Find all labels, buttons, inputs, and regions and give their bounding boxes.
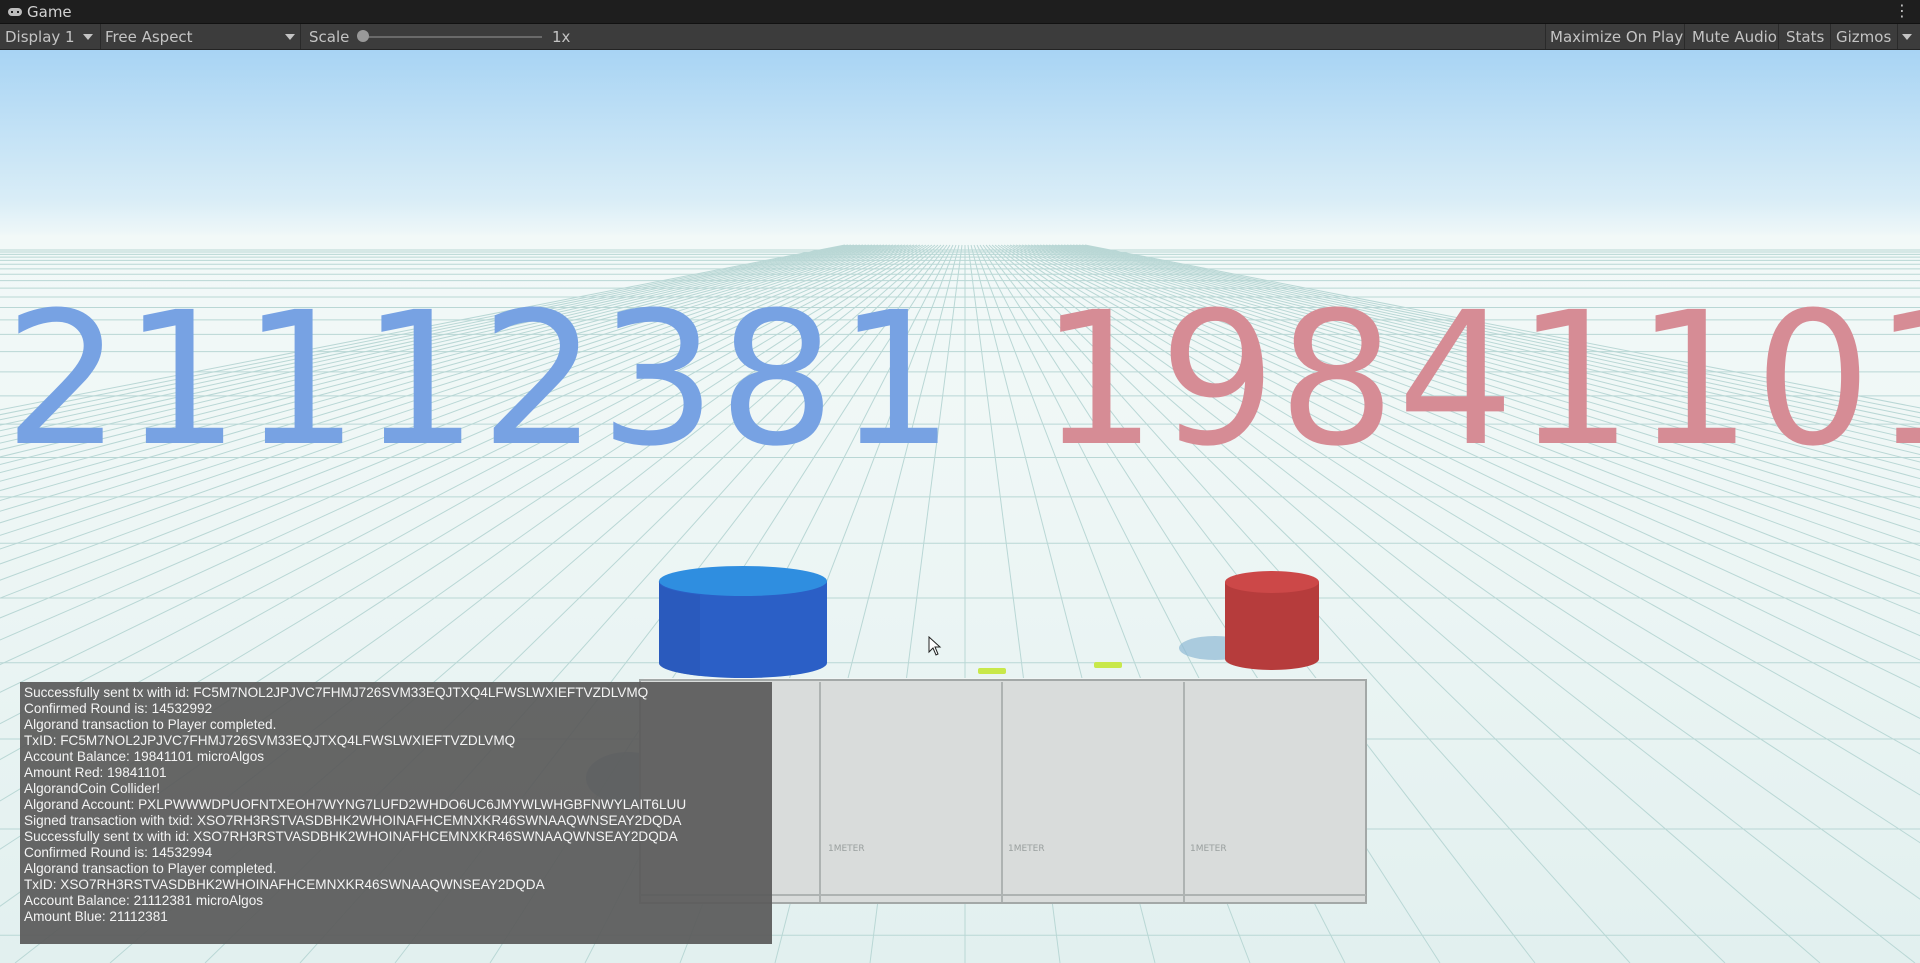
kebab-menu-icon[interactable]: ⋮ — [1894, 3, 1910, 19]
log-line: AlgorandCoin Collider! — [24, 781, 161, 796]
meter-label: 1METER — [1190, 844, 1227, 854]
stats-toggle[interactable]: Stats — [1786, 24, 1824, 49]
log-line: Confirmed Round is: 14532992 — [24, 701, 213, 716]
log-line: Algorand transaction to Player completed… — [24, 717, 277, 732]
log-line: Successfully sent tx with id: FC5M7NOL2J… — [24, 685, 649, 700]
chevron-down-icon — [285, 33, 295, 40]
mute-audio-toggle[interactable]: Mute Audio — [1692, 24, 1777, 49]
toolbar-divider — [1778, 24, 1779, 49]
log-line: TxID: FC5M7NOL2JPJVC7FHMJ726SVM33EQJTXQ4… — [24, 733, 516, 748]
display-dropdown-label: Display 1 — [5, 27, 75, 46]
chevron-down-icon — [1902, 33, 1912, 40]
blue-player-cylinder — [658, 566, 827, 678]
maximize-on-play-toggle[interactable]: Maximize On Play — [1550, 24, 1683, 49]
aspect-dropdown-label: Free Aspect — [105, 27, 193, 46]
display-dropdown[interactable]: Display 1 — [5, 24, 95, 49]
game-toolbar: Display 1 Free Aspect Scale 1x Maximize … — [0, 24, 1920, 50]
title-bar: Game ⋮ — [0, 0, 1920, 24]
log-line: Amount Blue: 21112381 — [24, 909, 168, 924]
gizmos-toggle[interactable]: Gizmos — [1836, 24, 1891, 49]
toolbar-divider — [1830, 24, 1831, 49]
meter-label: 1METER — [1008, 844, 1045, 854]
gizmos-label: Gizmos — [1836, 27, 1892, 46]
game-tab-label: Game — [27, 2, 72, 21]
algorand-coin — [1094, 662, 1122, 668]
gizmos-dropdown[interactable] — [1902, 24, 1912, 49]
log-line: Confirmed Round is: 14532994 — [24, 845, 213, 860]
scale-value: 1x — [552, 27, 571, 46]
log-line: Signed transaction with txid: XSO7RH3RST… — [24, 813, 682, 828]
scale-slider-track[interactable] — [362, 36, 542, 38]
blue-score: 21112381 — [4, 273, 957, 487]
toolbar-divider — [1545, 24, 1546, 49]
debug-log-panel: Successfully sent tx with id: FC5M7NOL2J… — [20, 682, 772, 944]
scale-slider-thumb[interactable] — [357, 30, 369, 42]
mouse-cursor-icon — [928, 636, 942, 656]
log-line: Amount Red: 19841101 — [24, 765, 167, 780]
red-player-cylinder — [1225, 571, 1319, 670]
log-line: Account Balance: 19841101 microAlgos — [24, 749, 265, 764]
log-line: TxID: XSO7RH3RSTVASDBHK2WHOINAFHCEMNXKR4… — [24, 877, 545, 892]
toolbar-divider — [100, 24, 101, 49]
log-line: Account Balance: 21112381 microAlgos — [24, 893, 264, 908]
scale-label: Scale — [309, 27, 350, 46]
gamepad-icon — [8, 7, 22, 16]
game-viewport[interactable]: 1METER 1METER 1METER 21112381 19841101 S… — [0, 50, 1920, 963]
chevron-down-icon — [82, 33, 93, 40]
log-line: Algorand transaction to Player completed… — [24, 861, 277, 876]
toolbar-divider — [1684, 24, 1685, 49]
aspect-dropdown[interactable]: Free Aspect — [105, 24, 295, 49]
algorand-coin — [978, 668, 1006, 674]
game-tab[interactable]: Game — [0, 0, 72, 24]
red-score: 19841101 — [1040, 273, 1920, 487]
meter-label: 1METER — [828, 844, 865, 854]
log-line: Successfully sent tx with id: XSO7RH3RST… — [24, 829, 678, 844]
toolbar-divider — [300, 24, 301, 49]
log-line: Algorand Account: PXLPWWWDPUOFNTXEOH7WYN… — [24, 797, 687, 812]
toolbar-divider — [1897, 24, 1898, 49]
